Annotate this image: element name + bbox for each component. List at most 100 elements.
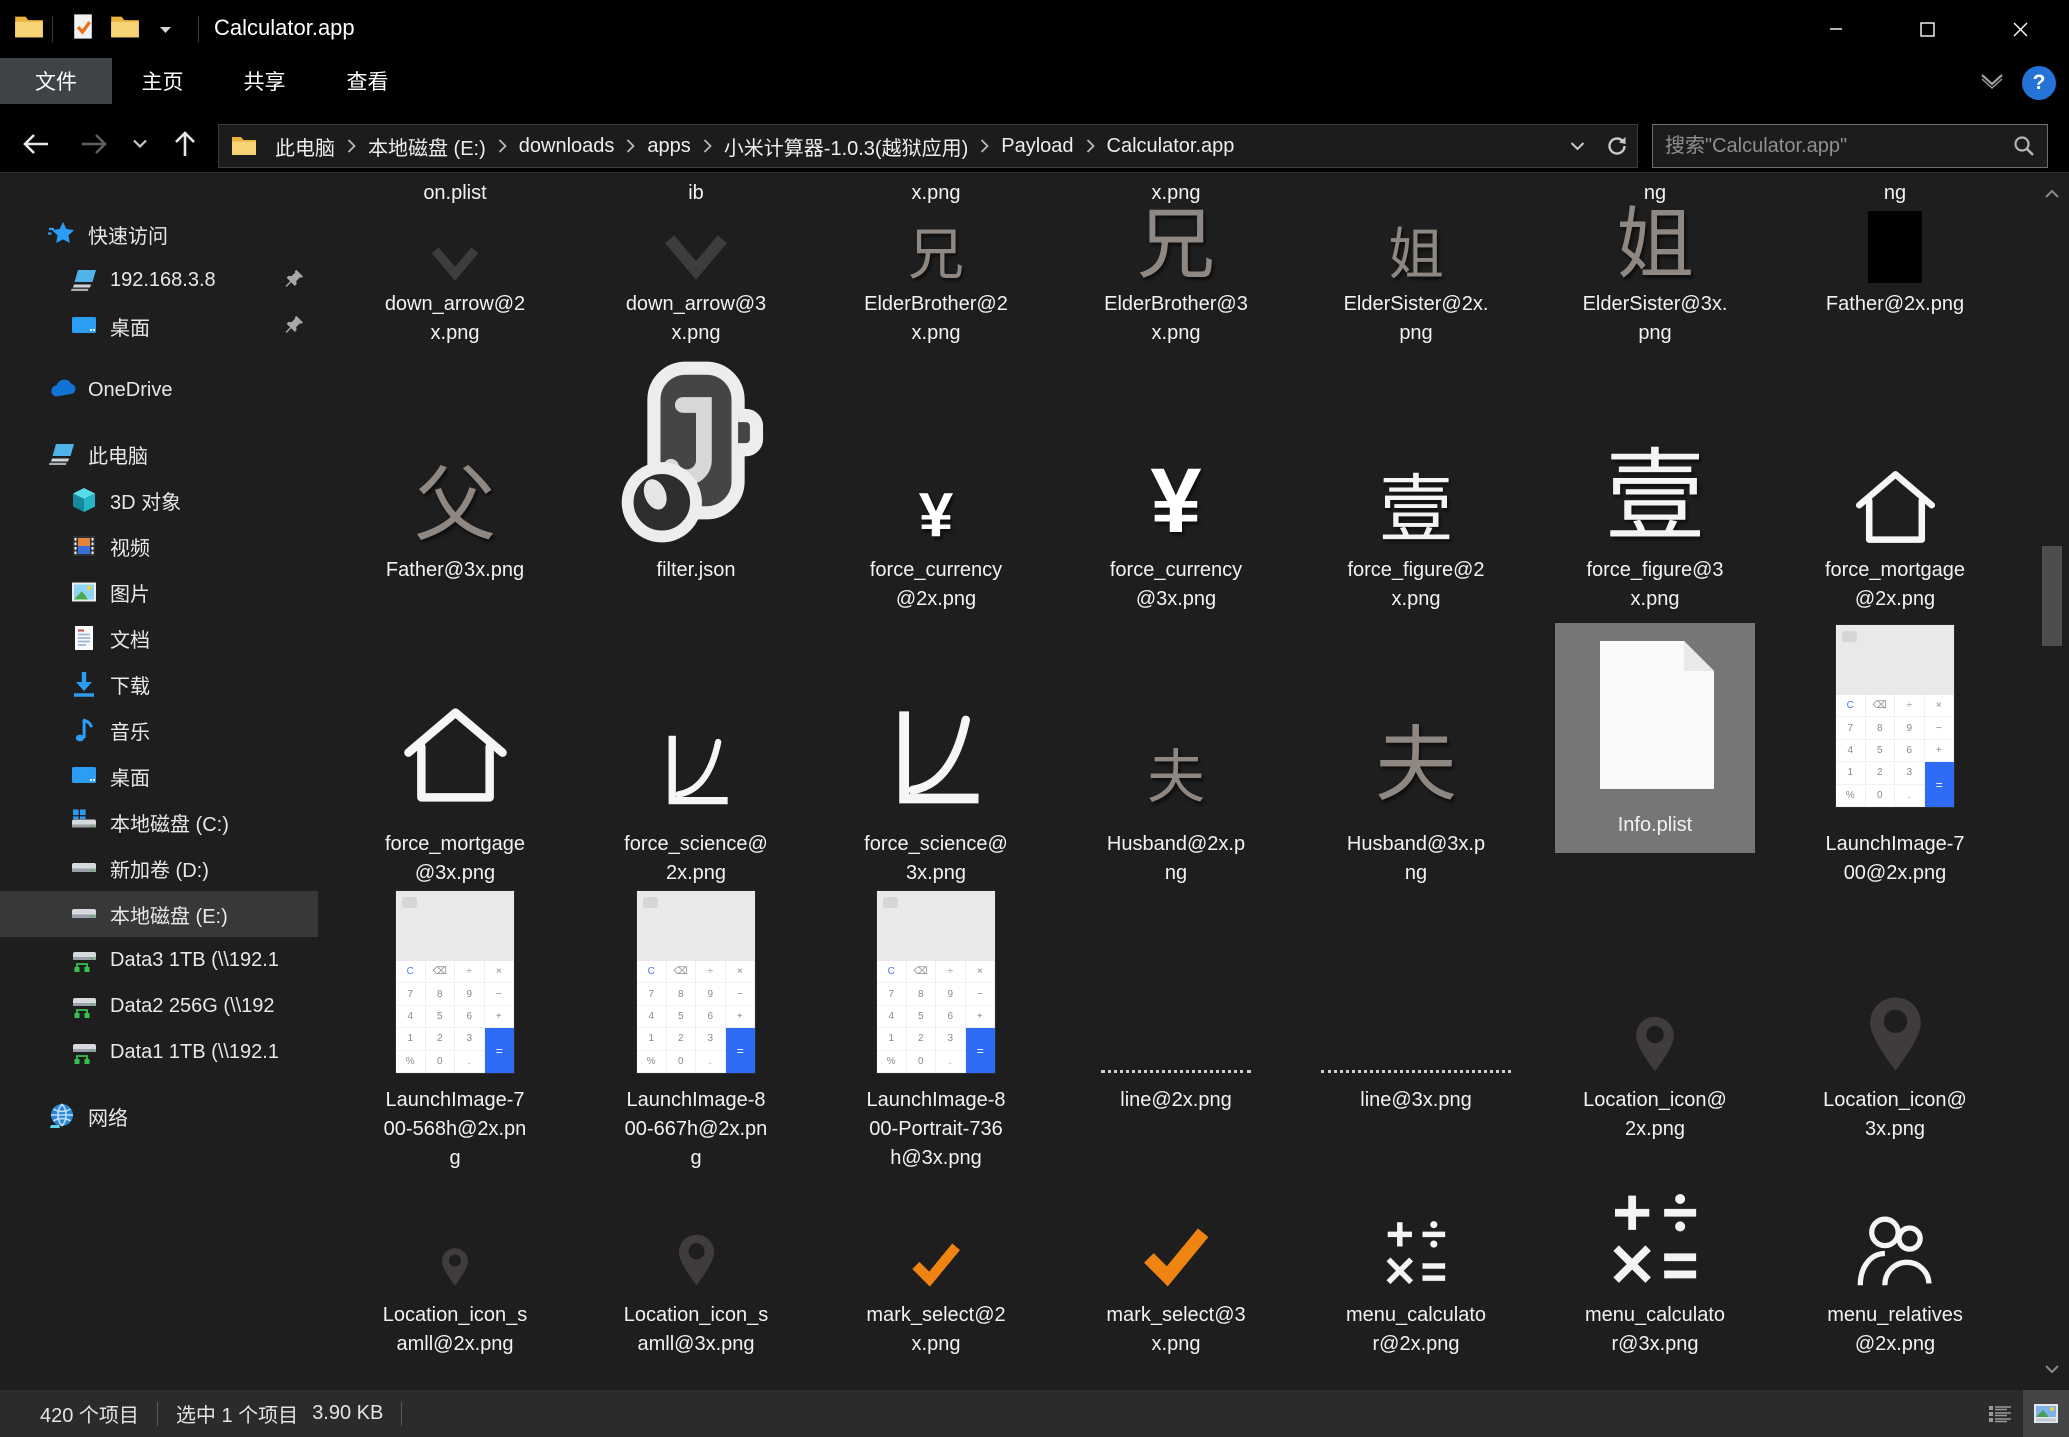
black-square-icon[interactable] <box>1780 211 2010 283</box>
dotted-line-icon[interactable] <box>1301 1067 1531 1073</box>
cjk-white-icon[interactable]: 壹 <box>1540 447 1770 547</box>
yen-icon[interactable]: ¥ <box>1061 455 1291 547</box>
collapse-ribbon-button[interactable] <box>1972 66 2012 96</box>
file-label[interactable]: Location_icon@3x.png <box>1780 1086 2010 1144</box>
cjk-gray-icon[interactable]: 父 <box>340 465 570 547</box>
maximize-button[interactable] <box>1892 0 1962 58</box>
sidebar-item-9[interactable]: 文档 <box>0 615 318 661</box>
location-pin-icon[interactable] <box>1780 995 2010 1073</box>
breadcrumb-segment[interactable]: 此电脑 <box>265 125 345 167</box>
sidebar-item-11[interactable]: 音乐 <box>0 707 318 753</box>
file-list[interactable]: on.plistibx.pngx.pngngngdown_arrow@2x.pn… <box>318 173 2038 1390</box>
breadcrumb-chevron-icon[interactable] <box>496 139 509 153</box>
down-arrow-dark-icon[interactable] <box>340 243 570 283</box>
breadcrumb-segment[interactable]: downloads <box>509 125 625 167</box>
ribbon-tab-4[interactable]: 查看 <box>316 58 419 104</box>
file-label[interactable]: force_figure@2x.png <box>1301 556 1531 614</box>
breadcrumb-segment[interactable]: Payload <box>991 125 1083 167</box>
file-label[interactable]: Father@2x.png <box>1780 290 2010 319</box>
ribbon-tab-1[interactable]: 文件 <box>0 58 112 104</box>
ribbon-tab-2[interactable]: 主页 <box>112 58 213 104</box>
yen-icon[interactable]: ¥ <box>821 485 1051 547</box>
file-label[interactable]: Father@3x.png <box>340 556 570 585</box>
sidebar-item-5[interactable]: 此电脑 <box>0 431 318 477</box>
partial-ring-icon[interactable] <box>1301 1371 1531 1390</box>
refresh-button[interactable] <box>1597 125 1637 167</box>
sidebar-item-8[interactable]: 图片 <box>0 569 318 615</box>
help-button[interactable]: ? <box>2022 66 2056 100</box>
file-label[interactable]: x.png <box>821 179 1051 208</box>
file-label[interactable]: ng <box>1780 179 2010 208</box>
file-label[interactable]: Location_icon@2x.png <box>1540 1086 1770 1144</box>
file-label[interactable]: menu_relatives@2x.png <box>1780 1301 2010 1359</box>
dotted-line-icon[interactable] <box>1061 1067 1291 1073</box>
file-label[interactable]: LaunchImage-800-Portrait-736h@3x.png <box>821 1086 1051 1173</box>
cjk-gray-icon[interactable]: 兄 <box>821 227 1051 283</box>
breadcrumb-chevron-icon[interactable] <box>1084 139 1097 153</box>
calc-thumbnail-icon[interactable]: C⌫÷×789−456+123%0.= <box>821 891 1051 1073</box>
file-label[interactable]: force_science@2x.png <box>581 830 811 888</box>
file-label[interactable]: Location_icon_samll@3x.png <box>581 1301 811 1359</box>
file-label[interactable]: mark_select@3x.png <box>1061 1301 1291 1359</box>
file-label[interactable]: ElderBrother@3x.png <box>1061 290 1291 348</box>
sidebar-item-15[interactable]: 本地磁盘 (E:) <box>0 891 318 937</box>
sidebar-item-6[interactable]: 3D 对象 <box>0 477 318 523</box>
curve-icon[interactable] <box>581 731 811 807</box>
breadcrumb-segment[interactable]: apps <box>637 125 700 167</box>
scroll-up-button[interactable] <box>2040 175 2064 211</box>
file-label[interactable]: force_currency@2x.png <box>821 556 1051 614</box>
breadcrumb-segment[interactable]: 小米计算器-1.0.3(越狱应用) <box>714 125 978 167</box>
cjk-white-icon[interactable]: 壹 <box>1301 473 1531 547</box>
sidebar-item-2[interactable]: 192.168.3.8 <box>0 257 318 303</box>
cjk-gray-icon[interactable]: 姐 <box>1301 227 1531 283</box>
qat-properties-button[interactable] <box>66 14 100 44</box>
file-label[interactable]: on.plist <box>340 179 570 208</box>
file-label[interactable]: line@2x.png <box>1061 1086 1291 1115</box>
sidebar-item-12[interactable]: 桌面 <box>0 753 318 799</box>
file-label[interactable]: ElderSister@2x.png <box>1301 290 1531 348</box>
breadcrumb-chevron-icon[interactable] <box>624 139 637 153</box>
down-arrow-dark-icon[interactable] <box>581 229 811 283</box>
location-pin-icon[interactable] <box>340 1247 570 1287</box>
calc-thumbnail-icon[interactable]: C⌫÷×789−456+123%0.= <box>581 891 811 1073</box>
sidebar-item-7[interactable]: 视频 <box>0 523 318 569</box>
search-input[interactable] <box>1653 135 2013 158</box>
sidebar-item-3[interactable]: 桌面 <box>0 303 318 349</box>
file-label[interactable]: ElderSister@3x.png <box>1540 290 1770 348</box>
qat-new-folder-button[interactable] <box>108 14 142 44</box>
file-label[interactable]: force_science@3x.png <box>821 830 1051 888</box>
sidebar-item-19[interactable]: 网络 <box>0 1093 318 1139</box>
house-icon[interactable] <box>1780 467 2010 547</box>
qat-dropdown-button[interactable] <box>152 14 178 44</box>
forward-button[interactable] <box>74 122 114 166</box>
sidebar-item-18[interactable]: Data1 1TB (\\192.1 <box>0 1029 318 1075</box>
json-file-icon[interactable] <box>581 355 811 547</box>
sidebar-item-13[interactable]: 本地磁盘 (C:) <box>0 799 318 845</box>
file-label[interactable]: filter.json <box>581 556 811 585</box>
recent-locations-button[interactable] <box>124 122 156 166</box>
house-icon[interactable] <box>340 703 570 807</box>
file-label[interactable]: mark_select@2x.png <box>821 1301 1051 1359</box>
cjk-gray-icon[interactable]: 夫 <box>1061 749 1291 807</box>
file-label[interactable]: force_mortgage@2x.png <box>1780 556 2010 614</box>
file-label[interactable]: Husband@3x.png <box>1301 830 1531 888</box>
file-label[interactable]: Husband@2x.png <box>1061 830 1291 888</box>
calc-thumbnail-icon[interactable]: C⌫÷×789−456+123%0.= <box>1780 625 2010 807</box>
breadcrumb-chevron-icon[interactable] <box>978 139 991 153</box>
file-label[interactable]: Info.plist <box>1540 811 1770 840</box>
file-label[interactable]: LaunchImage-700-568h@2x.png <box>340 1086 570 1173</box>
file-label[interactable]: line@3x.png <box>1301 1086 1531 1115</box>
up-button[interactable] <box>165 122 205 166</box>
file-label[interactable]: ib <box>581 179 811 208</box>
details-view-button[interactable] <box>1977 1390 2023 1437</box>
thumbnail-view-button[interactable] <box>2023 1390 2069 1437</box>
cjk-gray-icon[interactable]: 夫 <box>1301 725 1531 807</box>
sidebar-item-1[interactable]: 快速访问 <box>0 211 318 257</box>
check-orange-icon[interactable] <box>821 1241 1051 1287</box>
sidebar-item-4[interactable]: OneDrive <box>0 367 318 413</box>
file-label[interactable]: ElderBrother@2x.png <box>821 290 1051 348</box>
plist-document-icon[interactable] <box>1540 641 1770 789</box>
cjk-gray-icon[interactable]: 姐 <box>1540 205 1770 283</box>
sidebar-item-10[interactable]: 下载 <box>0 661 318 707</box>
file-label[interactable]: down_arrow@3x.png <box>581 290 811 348</box>
